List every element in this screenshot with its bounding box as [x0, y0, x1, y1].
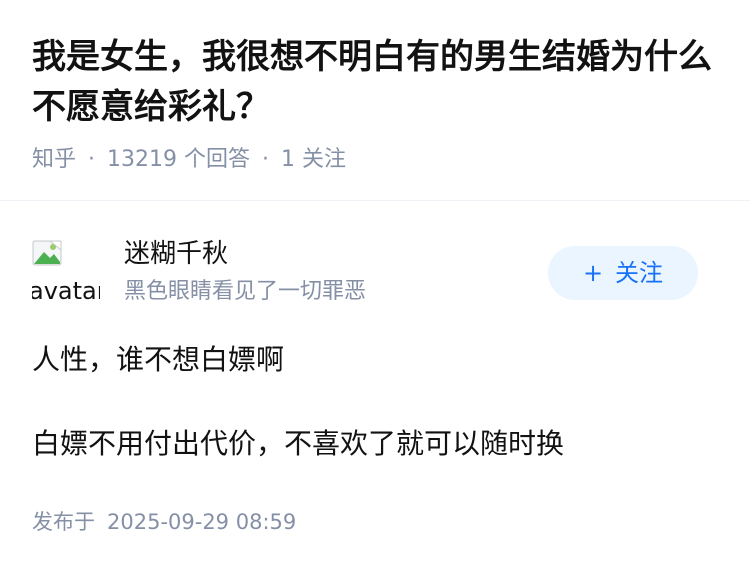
publish-time: 发布于 2025-09-29 08:59	[32, 506, 296, 538]
follow-button[interactable]: + 关注	[548, 246, 698, 300]
answer-paragraph: 人性，谁不想白嫖啊	[32, 343, 285, 376]
avatar[interactable]: avatar	[32, 240, 100, 308]
broken-image-icon	[32, 240, 62, 266]
follower-label: 关注	[302, 147, 347, 172]
follow-button-label: 关注	[615, 259, 664, 287]
source-label[interactable]: 知乎	[32, 147, 76, 172]
author-name[interactable]: 迷糊千秋	[124, 236, 228, 272]
avatar-alt-text: avatar	[32, 277, 100, 305]
plus-icon: +	[582, 259, 604, 287]
answer-count-label[interactable]: 个回答	[184, 147, 250, 172]
follower-count: 1	[281, 147, 296, 172]
answer-paragraph: 白嫖不用付出代价，不喜欢了就可以随时换	[32, 427, 565, 460]
publish-datetime: 2025-09-29 08:59	[107, 510, 297, 534]
publish-prefix: 发布于	[32, 510, 95, 534]
question-meta: 知乎 · 13219 个回答 · 1 关注	[32, 144, 346, 176]
separator-dot: ·	[262, 147, 270, 172]
question-title[interactable]: 我是女生，我很想不明白有的男生结婚为什么不愿意给彩礼？	[32, 32, 722, 132]
author-bio: 黑色眼睛看见了一切罪恶	[124, 279, 367, 304]
answer-page: 我是女生，我很想不明白有的男生结婚为什么不愿意给彩礼？ 知乎 · 13219 个回答…	[0, 0, 750, 574]
answer-count[interactable]: 13219	[107, 147, 177, 172]
section-divider	[0, 200, 750, 201]
separator-dot: ·	[88, 147, 96, 172]
